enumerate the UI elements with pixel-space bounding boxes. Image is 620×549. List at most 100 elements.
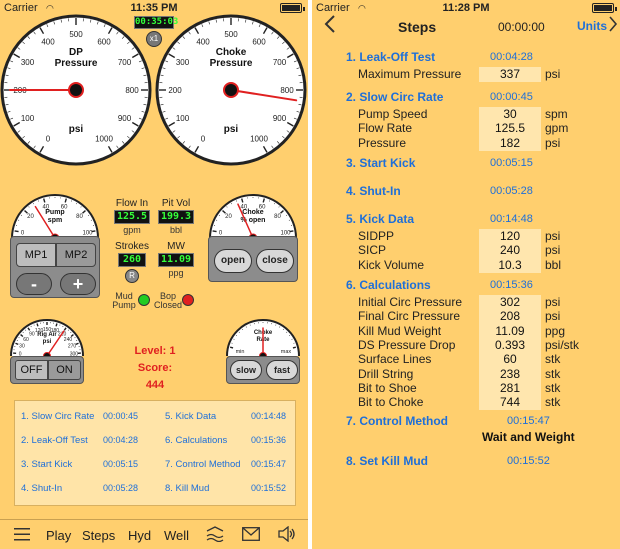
data-row-label: SIDPP xyxy=(358,229,395,243)
strokes-readout: 260 xyxy=(118,253,146,267)
gauge-tick-label: 1000 xyxy=(250,134,268,143)
choke-rate-panel: slow fast xyxy=(226,356,300,384)
step-section-title[interactable]: 1. Leak-Off Test xyxy=(346,50,435,64)
mud-pump-label: Mud Pump xyxy=(110,292,138,310)
data-row-value: 30 xyxy=(479,107,541,122)
choke-open-button[interactable]: open xyxy=(214,249,252,273)
gauge-unit: psi xyxy=(69,124,84,135)
data-row-unit: bbl xyxy=(545,257,562,272)
choke-rate-fast-button[interactable]: fast xyxy=(266,360,298,380)
mail-icon[interactable] xyxy=(242,527,260,544)
step-item-time: 00:15:52 xyxy=(251,483,287,493)
data-row-unit: psi xyxy=(545,295,561,309)
score-value: 444 xyxy=(145,379,165,391)
step-section-time: 00:15:47 xyxy=(507,415,550,427)
step-section-title[interactable]: 4. Shut-In xyxy=(346,184,401,198)
choke-rate-slow-button[interactable]: slow xyxy=(230,360,262,380)
step-item-time: 00:00:45 xyxy=(103,411,139,421)
step-section-time: 00:05:15 xyxy=(490,157,533,169)
waves-icon[interactable] xyxy=(206,526,224,545)
gauge-unit: psi xyxy=(224,124,239,135)
step-section-title[interactable]: 5. Kick Data xyxy=(346,212,414,226)
step-section-title[interactable]: 2. Slow Circ Rate xyxy=(346,90,443,104)
dp-pressure-gauge: 01002003004005006007008009001000DPPressu… xyxy=(0,14,152,166)
rig-air-gauge: 0306090120150180210240270300Rig Airpsi xyxy=(10,319,84,358)
gauge-tick-label: 700 xyxy=(118,58,132,67)
gauge-tick-label: 30 xyxy=(19,344,25,350)
speaker-icon[interactable] xyxy=(278,525,296,545)
step-item-time: 00:05:15 xyxy=(103,459,139,469)
tab-steps[interactable]: Steps xyxy=(82,528,115,543)
step-progress-box: 1. Slow Circ Rate 00:00:45 2. Leak-Off Tes… xyxy=(14,400,296,506)
gauge-tick-label: 300 xyxy=(21,58,35,67)
mp2-button[interactable]: MP2 xyxy=(56,243,96,267)
gauge-tick-label: 300 xyxy=(176,58,190,67)
strokes-reset-button[interactable]: R xyxy=(125,269,139,283)
step-section-title[interactable]: 8. Set Kill Mud xyxy=(346,454,428,468)
rig-air-on-button[interactable]: ON xyxy=(48,360,81,380)
bop-closed-label: Bop Closed xyxy=(154,292,182,310)
gauge-tick-label: 100 xyxy=(176,114,190,123)
gauge-tick-label: 0 xyxy=(201,134,206,143)
gauge-tick-label: 100 xyxy=(21,114,35,123)
step-section-title[interactable]: 6. Calculations xyxy=(346,278,431,292)
data-row-label: Maximum Pressure xyxy=(358,67,462,81)
step-section-title[interactable]: 3. Start Kick xyxy=(346,156,415,170)
bop-closed-label-line2: Closed xyxy=(154,300,183,310)
gauge-tick-label: 500 xyxy=(224,30,238,39)
choke-close-button[interactable]: close xyxy=(256,249,294,273)
data-row-value: 744 xyxy=(479,395,541,411)
data-row-value: 10.3 xyxy=(479,257,541,273)
pump-increase-button[interactable]: + xyxy=(60,273,96,295)
tab-play[interactable]: Play xyxy=(46,528,71,543)
mw-readout: 11.09 xyxy=(158,253,194,267)
mw-unit: ppg xyxy=(168,268,184,278)
gauge-subtitle: Pressure xyxy=(210,58,253,69)
gauge-title: Choke xyxy=(242,209,264,216)
mp1-button[interactable]: MP1 xyxy=(16,243,56,267)
data-row-label: Pump Speed xyxy=(358,107,428,121)
pit-vol-readout: 199.3 xyxy=(158,210,194,224)
data-row-value: 182 xyxy=(479,135,541,151)
data-row-value: 0.393 xyxy=(479,337,541,353)
gauge-tick-label: 900 xyxy=(118,114,132,123)
data-row-label: Initial Circ Pressure xyxy=(358,295,463,309)
choke-pressure-gauge: 0 100 200 300 400 500 600 700 800 900 1000 ChokePre… xyxy=(155,14,307,166)
flow-in-label: Flow In xyxy=(115,198,149,209)
step-section-title[interactable]: 7. Control Method xyxy=(346,414,448,428)
data-row-unit: ppg xyxy=(545,323,566,338)
gauge-tick-label: 400 xyxy=(41,37,55,46)
menu-icon[interactable] xyxy=(14,526,30,545)
data-row-value: 337 xyxy=(479,67,541,82)
pump-decrease-button[interactable]: - xyxy=(16,273,52,295)
gauge-subtitle: Pressure xyxy=(55,58,98,69)
gauge-tick-label: 80 xyxy=(76,214,83,220)
pit-vol-unit: bbl xyxy=(169,225,182,235)
step-section-time: 00:04:28 xyxy=(490,51,533,63)
step-item-label: 2. Leak-Off Test xyxy=(21,435,88,446)
gauge-tick-label: 600 xyxy=(252,37,266,46)
data-row-value: 60 xyxy=(479,352,541,368)
rig-air-off-button[interactable]: OFF xyxy=(15,360,48,380)
gauge-tick-label: 20 xyxy=(225,214,232,220)
pump-control-panel: MP1 MP2 - + xyxy=(10,236,100,298)
tab-well[interactable]: Well xyxy=(164,528,189,543)
gauge-min-label: min xyxy=(236,349,245,355)
level-label: Level: xyxy=(134,345,167,357)
gauge-title: DP xyxy=(69,47,83,58)
gauge-tick-label: 400 xyxy=(196,37,210,46)
mw-label: MW xyxy=(167,241,185,252)
step-item-label: 5. Kick Data xyxy=(165,411,217,422)
tab-hyd[interactable]: Hyd xyxy=(128,528,151,543)
data-row-value: 281 xyxy=(479,380,541,396)
gauge-tick-label: 80 xyxy=(274,214,281,220)
data-row-label: Kill Mud Weight xyxy=(358,323,442,338)
step-item-time: 00:14:48 xyxy=(251,411,287,421)
data-row-value: 240 xyxy=(479,243,541,259)
pit-vol-label: Pit Vol xyxy=(161,198,191,209)
strokes-label: Strokes xyxy=(115,241,149,252)
choke-rate-gauge: minmaxChokeRateminmax xyxy=(226,319,300,358)
data-row-unit: psi xyxy=(545,309,561,324)
step-section-time: 00:15:52 xyxy=(507,455,550,467)
steps-list: 1. Leak-Off Test 00:04:28 Maximum Pressure… xyxy=(312,0,620,549)
